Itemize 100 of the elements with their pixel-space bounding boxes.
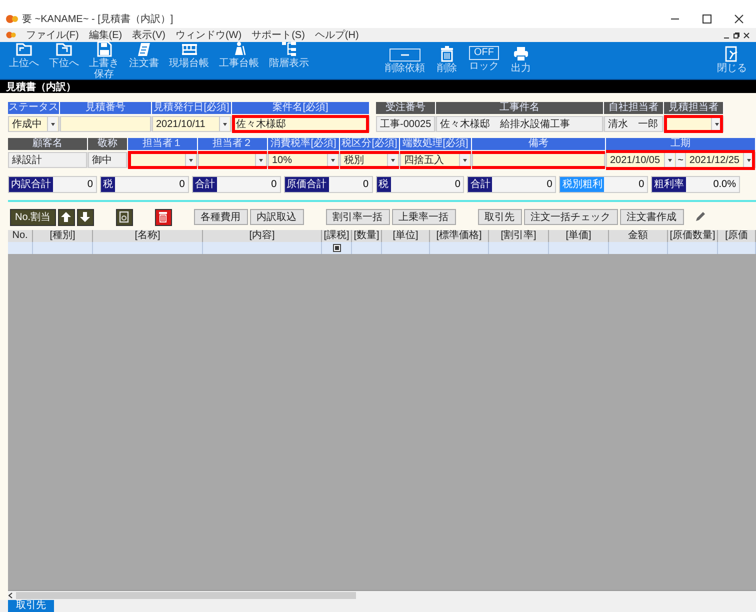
action-button[interactable]: 注文一括チェック <box>524 209 618 225</box>
exit-icon <box>724 46 740 62</box>
column-header[interactable]: [課税] <box>322 230 352 242</box>
menu-item[interactable]: ウィンドウ(W) <box>175 28 242 42</box>
menu-item[interactable]: ファイル(F) <box>26 28 79 42</box>
trash-icon <box>157 211 170 223</box>
total-label: 税別粗利 <box>560 177 604 192</box>
toolbar-button[interactable]: 工事台帳 <box>216 41 262 80</box>
pencil-icon[interactable] <box>694 211 706 223</box>
table-cell[interactable] <box>203 242 322 254</box>
icon-button[interactable] <box>58 208 75 226</box>
input-field[interactable] <box>472 152 605 168</box>
input-field[interactable] <box>60 116 151 132</box>
table-cell[interactable] <box>609 242 668 254</box>
table-cell[interactable] <box>718 242 756 254</box>
table-cell[interactable] <box>668 242 718 254</box>
action-button[interactable]: 各種費用 <box>194 209 248 225</box>
icon-button[interactable] <box>116 208 133 226</box>
range-separator: ~ <box>676 152 686 168</box>
scroll-left-icon[interactable] <box>8 592 14 599</box>
ledger-icon <box>181 41 197 57</box>
dropdown-field[interactable]: 作成中 <box>8 116 59 132</box>
toolbar-button[interactable]: 削除依頼 <box>382 46 428 75</box>
total-value: 0 <box>638 178 646 192</box>
hierarchy-icon <box>281 41 297 57</box>
horizontal-scrollbar[interactable] <box>8 590 756 600</box>
column-header[interactable]: [名称] <box>93 230 203 242</box>
field-label: 自社担当者 <box>604 102 664 114</box>
table-cell[interactable] <box>382 242 430 254</box>
menu-item[interactable]: サポート(S) <box>252 28 305 42</box>
action-button[interactable]: 注文書作成 <box>620 209 684 225</box>
dropdown-field[interactable] <box>128 152 197 168</box>
column-header[interactable]: [原価 <box>718 230 756 242</box>
printer-icon <box>513 46 529 62</box>
table-cell[interactable] <box>352 242 382 254</box>
checkbox[interactable] <box>332 244 340 252</box>
number-assign-button[interactable]: No.割当 <box>10 208 56 226</box>
toolbar-button[interactable]: 現場台帳 <box>166 41 212 80</box>
dropdown-field[interactable]: 税別 <box>340 152 399 168</box>
column-header[interactable]: [単位] <box>382 230 430 242</box>
action-button[interactable]: 取引先 <box>478 209 522 225</box>
restore-icon[interactable] <box>733 32 740 38</box>
section-title: 見積書（内訳） <box>0 80 756 93</box>
action-button[interactable]: 上乗率一括 <box>392 209 456 225</box>
table-cell[interactable] <box>489 242 549 254</box>
menu-item[interactable]: 表示(V) <box>132 28 166 42</box>
toolbar-button[interactable]: 閉じる <box>714 46 750 75</box>
table-cell[interactable] <box>430 242 489 254</box>
table-cell[interactable] <box>93 242 203 254</box>
value-field: 御中 <box>88 152 127 168</box>
toolbar-button[interactable]: 削除 <box>432 46 462 75</box>
column-header[interactable]: 金額 <box>609 230 668 242</box>
total-label: 合計 <box>468 177 492 192</box>
field-label: ステータス <box>8 102 60 114</box>
close-icon[interactable] <box>743 32 750 38</box>
dropdown-field[interactable]: 10% <box>268 152 339 168</box>
toolbar-button[interactable]: OFF ロック <box>466 46 502 75</box>
field-label: 担当者１ <box>128 138 198 150</box>
menu-item[interactable]: ヘルプ(H) <box>314 28 359 42</box>
value-field: 工事-00025 <box>376 116 435 132</box>
total-value: 0 <box>546 178 554 192</box>
dropdown-field[interactable]: 2021/10/11 <box>152 116 231 132</box>
table-cell[interactable] <box>8 242 33 254</box>
action-button[interactable]: 内訳取込 <box>250 209 304 225</box>
action-button[interactable]: 割引率一括 <box>326 209 390 225</box>
column-header[interactable]: No. <box>8 230 33 242</box>
total-value: 0 <box>270 178 278 192</box>
caret-icon <box>219 117 229 131</box>
icon-button[interactable] <box>76 208 94 226</box>
close-icon[interactable] <box>734 14 744 24</box>
total-label: 原価合計 <box>284 177 329 192</box>
input-field[interactable]: 佐々木様邸 <box>232 116 369 132</box>
column-header[interactable]: [原価数量] <box>668 230 718 242</box>
scrollbar-thumb[interactable] <box>16 592 356 599</box>
column-header[interactable]: [単価] <box>549 230 609 242</box>
caret-icon <box>185 153 195 167</box>
dropdown-field[interactable] <box>198 152 267 168</box>
status-tab[interactable]: 取引先 <box>8 600 54 612</box>
field-label: 担当者２ <box>198 138 268 150</box>
dropdown-field[interactable]: 四捨五入 <box>400 152 471 168</box>
field-label: 税区分[必須] <box>340 138 400 150</box>
table-cell[interactable] <box>33 242 93 254</box>
total-value: 0.0% <box>712 178 737 192</box>
menu-item[interactable]: 編集(E) <box>88 28 122 42</box>
icon-button[interactable] <box>154 208 172 226</box>
table-cell[interactable] <box>322 242 352 254</box>
table-cell[interactable] <box>549 242 609 254</box>
toolbar-button[interactable]: 階層表示 <box>266 41 312 80</box>
dropdown-field[interactable]: 2021/12/25 <box>685 152 755 168</box>
toolbar-button[interactable]: 出力 <box>506 46 536 75</box>
column-header[interactable]: [数量] <box>352 230 382 242</box>
dropdown-field[interactable] <box>664 116 723 132</box>
dropdown-field[interactable]: 2021/10/05 <box>606 152 676 168</box>
total-value: 0 <box>362 178 370 192</box>
maximize-icon[interactable] <box>702 14 712 24</box>
column-header[interactable]: [標準価格] <box>430 230 489 242</box>
lock-toggle[interactable]: OFF <box>469 46 499 60</box>
caret-icon <box>327 153 337 167</box>
column-header[interactable]: [種別] <box>33 230 93 242</box>
total-label: 合計 <box>192 177 217 192</box>
